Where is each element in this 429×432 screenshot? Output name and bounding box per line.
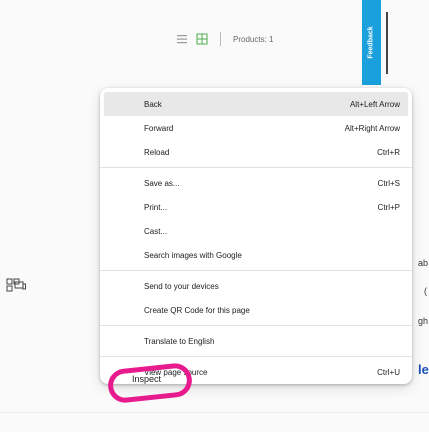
menu-divider	[100, 270, 412, 271]
menu-item-shortcut: Ctrl+S	[377, 178, 400, 188]
menu-item-label: Send to your devices	[144, 281, 219, 291]
grid-icon[interactable]	[196, 33, 208, 45]
menu-item-inspect[interactable]: Inspect	[132, 374, 161, 384]
menu-item-reload[interactable]: Reload Ctrl+R	[100, 140, 412, 164]
menu-item-shortcut: Ctrl+P	[377, 202, 400, 212]
toolbar-divider	[220, 32, 221, 46]
menu-item-translate[interactable]: Translate to English	[100, 329, 412, 353]
menu-divider	[100, 167, 412, 168]
menu-item-label: Create QR Code for this page	[144, 305, 250, 315]
list-icon[interactable]	[176, 33, 188, 45]
side-fragment-1: ab	[418, 258, 429, 268]
feedback-tab[interactable]: Feedback	[362, 0, 381, 85]
menu-item-label: Back	[144, 99, 162, 109]
menu-item-cast[interactable]: Cast...	[100, 219, 412, 243]
page-bottom-bar	[0, 412, 429, 432]
feedback-label: Feedback	[368, 26, 376, 59]
menu-item-shortcut: Ctrl+R	[377, 147, 400, 157]
menu-item-search-images[interactable]: Search images with Google	[100, 243, 412, 267]
menu-item-label: Cast...	[144, 226, 168, 236]
menu-item-shortcut: Ctrl+U	[377, 367, 400, 377]
menu-item-label: Search images with Google	[144, 250, 242, 260]
menu-item-shortcut: Alt+Right Arrow	[344, 123, 400, 133]
devices-icon	[14, 281, 26, 290]
menu-item-save-as[interactable]: Save as... Ctrl+S	[100, 171, 412, 195]
menu-item-forward[interactable]: Forward Alt+Right Arrow	[100, 116, 412, 140]
menu-divider	[100, 356, 412, 357]
side-fragment-3: gh	[418, 316, 429, 326]
menu-item-label: Translate to English	[144, 336, 215, 346]
menu-item-label: Forward	[144, 123, 174, 133]
scroll-indicator	[386, 12, 388, 74]
menu-item-send-to-devices[interactable]: Send to your devices	[14, 274, 412, 298]
view-toolbar: Products: 1	[176, 32, 273, 46]
menu-divider	[100, 325, 412, 326]
products-count: Products: 1	[233, 34, 274, 44]
menu-item-create-qr[interactable]: Create QR Code for this page	[100, 298, 412, 322]
context-menu: Back Alt+Left Arrow Forward Alt+Right Ar…	[14, 88, 412, 384]
menu-item-label: Reload	[144, 147, 170, 157]
menu-item-print[interactable]: Print... Ctrl+P	[100, 195, 412, 219]
menu-item-back[interactable]: Back Alt+Left Arrow	[104, 92, 408, 116]
menu-item-label: Save as...	[144, 178, 180, 188]
menu-item-shortcut: Alt+Left Arrow	[349, 99, 400, 109]
menu-item-label: Print...	[144, 202, 168, 212]
side-fragment-2: (	[424, 286, 427, 296]
side-fragment-4: le	[418, 362, 429, 377]
